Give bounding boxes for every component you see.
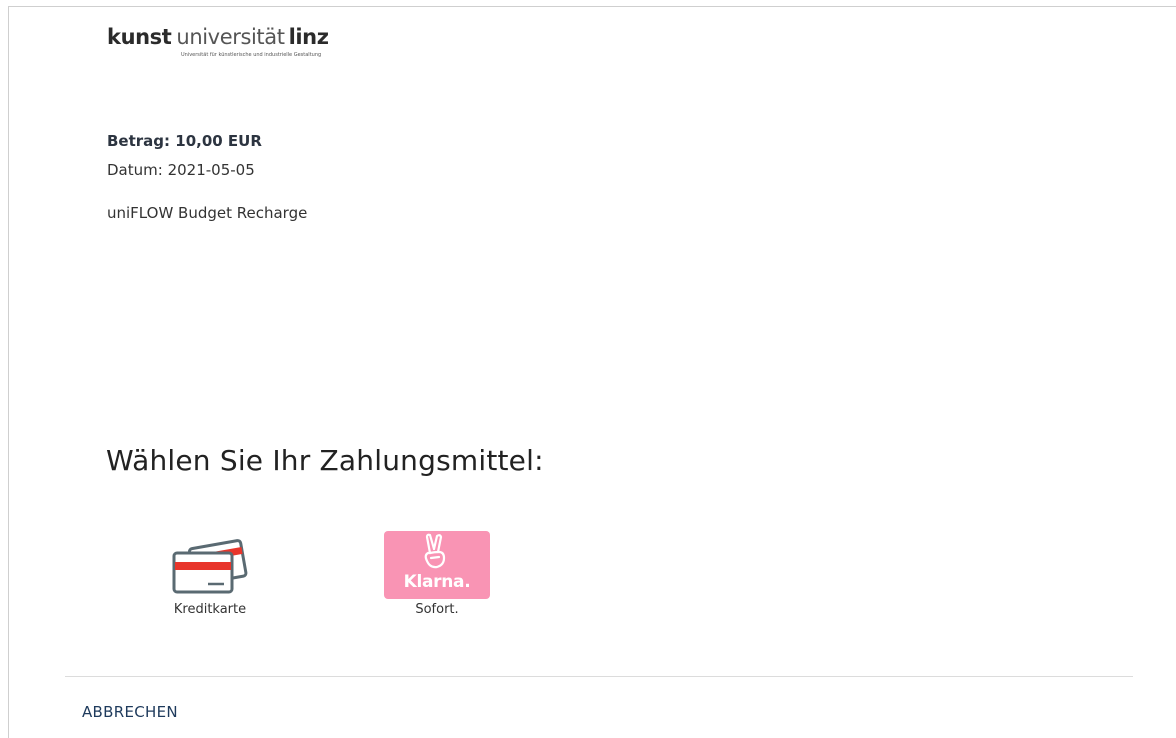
page-frame (8, 6, 1176, 738)
payment-description: uniFLOW Budget Recharge (107, 204, 308, 222)
credit-card-icon (168, 534, 252, 598)
klarna-sofort-icon: Klarna. (384, 531, 490, 599)
cancel-button[interactable]: ABBRECHEN (82, 703, 178, 721)
date-text: Datum: 2021-05-05 (107, 161, 255, 179)
sofort-option[interactable]: Klarna. Sofort. (367, 528, 507, 624)
sofort-label: Sofort. (415, 602, 459, 617)
footer-divider (65, 676, 1133, 677)
payment-method-heading: Wählen Sie Ihr Zahlungsmittel: (106, 444, 544, 477)
logo-wordmark: kunst universität linz (107, 24, 329, 50)
credit-card-option[interactable]: Kreditkarte (140, 528, 280, 624)
university-logo: kunst universität linz Universität für kün… (107, 24, 397, 64)
logo-word-universitaet: universität (176, 25, 285, 49)
logo-subtitle: Universität für künstlerische und indust… (181, 52, 322, 58)
logo-word-linz: linz (288, 25, 329, 49)
amount-text: Betrag: 10,00 EUR (107, 132, 262, 150)
klarna-brand-text: Klarna. (403, 572, 471, 592)
credit-card-label: Kreditkarte (173, 602, 247, 617)
logo-word-kunst: kunst (107, 25, 172, 49)
